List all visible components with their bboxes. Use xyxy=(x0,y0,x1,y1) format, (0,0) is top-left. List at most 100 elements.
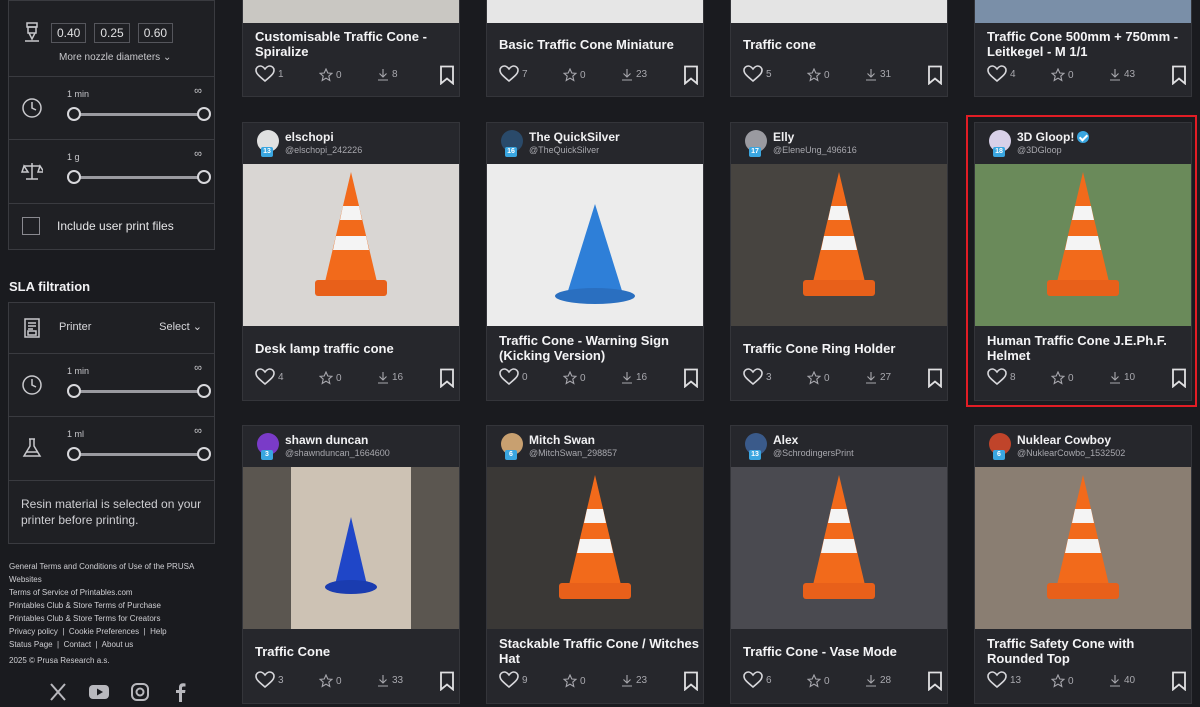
model-title[interactable]: Traffic Cone xyxy=(255,644,455,659)
author-name[interactable]: Mitch Swan xyxy=(529,433,595,447)
author-name[interactable]: The QuickSilver xyxy=(529,130,620,144)
bookmark-icon[interactable] xyxy=(683,65,699,86)
model-card[interactable]: Traffic Cone 500mm + 750mm - Leitkegel -… xyxy=(974,0,1192,97)
model-card[interactable]: 13 Alex @SchrodingersPrint Traffic Cone - V… xyxy=(730,425,948,704)
bookmark-icon[interactable] xyxy=(927,671,943,692)
bookmark-icon[interactable] xyxy=(683,368,699,389)
card-author[interactable]: 6 Mitch Swan @MitchSwan_298857 xyxy=(487,426,703,466)
bookmark-icon[interactable] xyxy=(439,671,455,692)
model-card[interactable]: Traffic cone 5 0 31 xyxy=(730,0,948,97)
model-title[interactable]: Basic Traffic Cone Miniature xyxy=(499,37,699,52)
model-thumbnail[interactable] xyxy=(487,0,703,23)
model-thumbnail[interactable] xyxy=(731,0,947,23)
footer-link-status[interactable]: Status Page xyxy=(9,640,53,649)
model-title[interactable]: Traffic Cone Ring Holder xyxy=(743,341,943,356)
model-title[interactable]: Traffic Cone 500mm + 750mm - Leitkegel -… xyxy=(987,29,1187,59)
model-thumbnail[interactable] xyxy=(975,0,1191,23)
author-name[interactable]: shawn duncan xyxy=(285,433,368,447)
card-author[interactable]: 17 Elly @EleneUng_496616 xyxy=(731,123,947,163)
model-thumbnail[interactable] xyxy=(243,164,459,326)
footer-link-contact[interactable]: Contact xyxy=(64,640,92,649)
model-thumbnail[interactable] xyxy=(487,467,703,629)
x-icon[interactable] xyxy=(48,682,68,702)
model-title[interactable]: Traffic Cone - Warning Sign (Kicking Ver… xyxy=(499,333,699,363)
nozzle-option[interactable]: 0.40 xyxy=(51,23,87,43)
model-card[interactable]: Customisable Traffic Cone - Spiralize 1 0 8 xyxy=(242,0,460,97)
model-title[interactable]: Stackable Traffic Cone / Witches Hat xyxy=(499,636,699,666)
model-card[interactable]: 13 elschopi @elschopi_242226 Desk lamp traf… xyxy=(242,122,460,401)
model-thumbnail[interactable] xyxy=(243,0,459,23)
slider-max-handle[interactable] xyxy=(197,170,211,184)
footer-link-creators[interactable]: Printables Club & Store Terms for Creato… xyxy=(9,614,160,623)
like-button[interactable]: 4 xyxy=(255,368,284,386)
printer-select[interactable]: Select ⌄ xyxy=(159,320,202,333)
model-thumbnail[interactable] xyxy=(487,164,703,326)
more-nozzle-diameters-link[interactable]: More nozzle diameters ⌄ xyxy=(59,52,171,63)
author-name[interactable]: Elly xyxy=(773,130,794,144)
like-button[interactable]: 3 xyxy=(743,368,772,386)
author-name[interactable]: Nuklear Cowboy xyxy=(1017,433,1111,447)
like-button[interactable]: 7 xyxy=(499,65,528,83)
model-title[interactable]: Customisable Traffic Cone - Spiralize xyxy=(255,29,455,59)
footer-link-about[interactable]: About us xyxy=(102,640,134,649)
sla-time-slider-track[interactable] xyxy=(73,390,205,393)
slider-min-handle[interactable] xyxy=(67,447,81,461)
bookmark-icon[interactable] xyxy=(683,671,699,692)
slider-max-handle[interactable] xyxy=(197,107,211,121)
footer-link-cookies[interactable]: Cookie Preferences xyxy=(69,627,139,636)
include-user-prints-checkbox[interactable] xyxy=(22,217,40,235)
footer-link-terms[interactable]: General Terms and Conditions of Use of t… xyxy=(9,562,194,584)
model-thumbnail[interactable] xyxy=(243,467,459,629)
bookmark-icon[interactable] xyxy=(927,65,943,86)
footer-link-help[interactable]: Help xyxy=(150,627,166,636)
model-title[interactable]: Traffic Safety Cone with Rounded Top xyxy=(987,636,1187,666)
model-card[interactable]: 6 Nuklear Cowboy @NuklearCowbo_1532502 Traf… xyxy=(974,425,1192,704)
model-card[interactable]: 17 Elly @EleneUng_496616 Traffic Cone Ring … xyxy=(730,122,948,401)
card-author[interactable]: 16 The QuickSilver @TheQuickSilver xyxy=(487,123,703,163)
include-user-prints-label[interactable]: Include user print files xyxy=(57,219,174,233)
bookmark-icon[interactable] xyxy=(439,65,455,86)
like-button[interactable]: 4 xyxy=(987,65,1016,83)
print-time-slider-track[interactable] xyxy=(73,113,205,116)
model-card[interactable]: 16 The QuickSilver @TheQuickSilver Traffic … xyxy=(486,122,704,401)
slider-min-handle[interactable] xyxy=(67,107,81,121)
bookmark-icon[interactable] xyxy=(439,368,455,389)
model-thumbnail[interactable] xyxy=(731,467,947,629)
model-card[interactable]: Basic Traffic Cone Miniature 7 0 23 xyxy=(486,0,704,97)
slider-max-handle[interactable] xyxy=(197,447,211,461)
like-button[interactable]: 0 xyxy=(499,368,528,386)
youtube-icon[interactable] xyxy=(89,682,109,702)
bookmark-icon[interactable] xyxy=(927,368,943,389)
nozzle-option[interactable]: 0.25 xyxy=(94,23,130,43)
instagram-icon[interactable] xyxy=(130,682,150,702)
slider-max-handle[interactable] xyxy=(197,384,211,398)
bookmark-icon[interactable] xyxy=(1171,671,1187,692)
model-card[interactable]: 6 Mitch Swan @MitchSwan_298857 Stackable Tr… xyxy=(486,425,704,704)
model-thumbnail[interactable] xyxy=(975,467,1191,629)
resin-volume-slider-track[interactable] xyxy=(73,453,205,456)
like-button[interactable]: 3 xyxy=(255,671,284,689)
footer-link-privacy[interactable]: Privacy policy xyxy=(9,627,58,636)
author-name[interactable]: elschopi xyxy=(285,130,334,144)
slider-min-handle[interactable] xyxy=(67,384,81,398)
card-author[interactable]: 13 Alex @SchrodingersPrint xyxy=(731,426,947,466)
model-card[interactable]: 3 shawn duncan @shawnduncan_1664600 Traffic… xyxy=(242,425,460,704)
footer-link-tos[interactable]: Terms of Service of Printables.com xyxy=(9,588,133,597)
like-button[interactable]: 1 xyxy=(255,65,284,83)
card-author[interactable]: 13 elschopi @elschopi_242226 xyxy=(243,123,459,163)
model-title[interactable]: Traffic cone xyxy=(743,37,943,52)
like-button[interactable]: 6 xyxy=(743,671,772,689)
like-button[interactable]: 13 xyxy=(987,671,1021,689)
model-title[interactable]: Desk lamp traffic cone xyxy=(255,341,455,356)
bookmark-icon[interactable] xyxy=(1171,65,1187,86)
author-name[interactable]: Alex xyxy=(773,433,798,447)
model-title[interactable]: Traffic Cone - Vase Mode xyxy=(743,644,943,659)
weight-slider-track[interactable] xyxy=(73,176,205,179)
like-button[interactable]: 5 xyxy=(743,65,772,83)
card-author[interactable]: 3 shawn duncan @shawnduncan_1664600 xyxy=(243,426,459,466)
nozzle-option[interactable]: 0.60 xyxy=(137,23,174,43)
card-author[interactable]: 6 Nuklear Cowboy @NuklearCowbo_1532502 xyxy=(975,426,1191,466)
footer-link-purchase[interactable]: Printables Club & Store Terms of Purchas… xyxy=(9,601,161,610)
facebook-icon[interactable] xyxy=(171,682,191,702)
slider-min-handle[interactable] xyxy=(67,170,81,184)
